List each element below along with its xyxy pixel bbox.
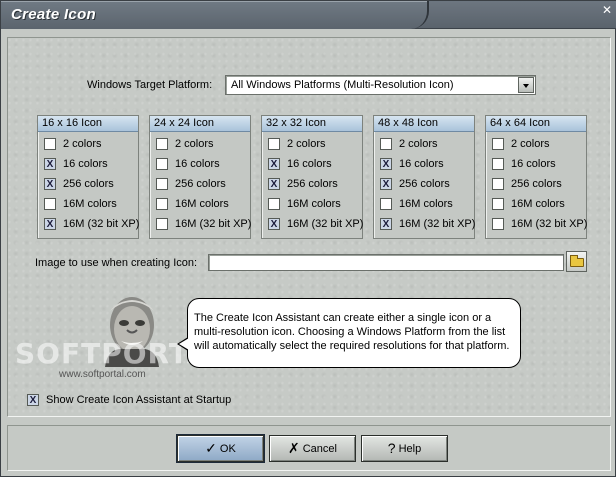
checkbox[interactable]: X (44, 158, 56, 170)
window-title: Create Icon (11, 6, 96, 23)
checkbox[interactable] (156, 138, 168, 150)
startup-checkbox[interactable]: X (27, 394, 39, 406)
option-label: 16M (32 bit XP) (175, 218, 252, 230)
option-label: 2 colors (511, 138, 550, 150)
option-label: 16 colors (175, 158, 220, 170)
checkbox[interactable]: X (44, 218, 56, 230)
checkbox[interactable] (44, 138, 56, 150)
checkbox[interactable]: X (268, 218, 280, 230)
option-label: 256 colors (287, 178, 338, 190)
image-label: Image to use when creating Icon: (35, 257, 198, 269)
question-icon: ? (387, 440, 396, 456)
create-icon-dialog: Create Icon ✕ Windows Target Platform: A… (0, 0, 616, 477)
option-label: 2 colors (399, 138, 438, 150)
option-label: 16 colors (63, 158, 108, 170)
option-label: 16M colors (175, 198, 229, 210)
ok-label: OK (219, 443, 236, 455)
option-label: 2 colors (287, 138, 326, 150)
checkbox[interactable] (492, 178, 504, 190)
option-label: 16M (32 bit XP) (63, 218, 140, 230)
option-label: 2 colors (63, 138, 102, 150)
folder-icon (570, 255, 584, 267)
assistant-text-line: multi-resolution icon. Choosing a Window… (194, 326, 506, 338)
checkbox[interactable] (380, 138, 392, 150)
ok-button[interactable]: ✓ OK (176, 434, 265, 463)
checkbox[interactable] (44, 198, 56, 210)
platform-select[interactable]: All Windows Platforms (Multi-Resolution … (225, 75, 536, 95)
checkbox[interactable] (156, 198, 168, 210)
title-bar[interactable]: Create Icon ✕ (1, 1, 616, 29)
option-label: 16M (32 bit XP) (399, 218, 476, 230)
checkbox[interactable] (268, 198, 280, 210)
cancel-label: Cancel (302, 443, 337, 455)
help-button[interactable]: ? Help (361, 435, 448, 462)
checkbox[interactable] (156, 158, 168, 170)
checkbox[interactable] (156, 218, 168, 230)
option-label: 16 colors (399, 158, 444, 170)
checkbox[interactable] (380, 198, 392, 210)
option-label: 256 colors (175, 178, 226, 190)
platform-label: Windows Target Platform: (87, 79, 213, 91)
assistant-text-line: will automatically select the required r… (194, 340, 510, 352)
checkbox[interactable] (268, 138, 280, 150)
group-64x64: 64 x 64 Icon 2 colors 16 colors 256 colo… (485, 115, 587, 239)
group-24x24: 24 x 24 Icon 2 colors 16 colors 256 colo… (149, 115, 251, 239)
group-16x16: 16 x 16 Icon 2 colors X 16 colors X 256 co… (37, 115, 139, 239)
browse-button[interactable] (566, 251, 587, 272)
checkbox[interactable]: X (268, 158, 280, 170)
option-label: 16M colors (287, 198, 341, 210)
option-label: 16M (32 bit XP) (511, 218, 588, 230)
option-label: 2 colors (175, 138, 214, 150)
checkmark-icon: ✓ (205, 440, 217, 456)
group-header: 16 x 16 Icon (38, 116, 138, 132)
group-header: 64 x 64 Icon (486, 116, 586, 132)
option-label: 16M (32 bit XP) (287, 218, 364, 230)
chevron-down-icon[interactable] (518, 77, 534, 93)
close-icon[interactable]: ✕ (599, 2, 615, 18)
assistant-speech-bubble: The Create Icon Assistant can create eit… (177, 298, 521, 368)
group-header: 24 x 24 Icon (150, 116, 250, 132)
checkbox[interactable]: X (44, 178, 56, 190)
option-label: 16 colors (511, 158, 556, 170)
option-label: 16M colors (399, 198, 453, 210)
checkbox[interactable] (492, 198, 504, 210)
help-label: Help (398, 443, 422, 455)
checkbox[interactable] (492, 138, 504, 150)
watermark-url: www.softportal.com (59, 369, 146, 380)
option-label: 16 colors (287, 158, 332, 170)
assistant-text-line: The Create Icon Assistant can create eit… (194, 312, 492, 324)
platform-selected-value: All Windows Platforms (Multi-Resolution … (231, 79, 454, 91)
group-header: 32 x 32 Icon (262, 116, 362, 132)
group-48x48: 48 x 48 Icon 2 colors X 16 colors X 256 co… (373, 115, 475, 239)
option-label: 256 colors (511, 178, 562, 190)
title-tab: Create Icon (1, 1, 429, 29)
startup-label: Show Create Icon Assistant at Startup (46, 394, 232, 406)
checkbox[interactable] (492, 218, 504, 230)
option-label: 16M colors (63, 198, 117, 210)
checkbox[interactable]: X (380, 178, 392, 190)
option-label: 256 colors (63, 178, 114, 190)
option-label: 16M colors (511, 198, 565, 210)
checkbox[interactable] (492, 158, 504, 170)
checkbox[interactable]: X (380, 158, 392, 170)
group-header: 48 x 48 Icon (374, 116, 474, 132)
cancel-button[interactable]: ✗ Cancel (269, 435, 356, 462)
image-path-input[interactable] (208, 254, 564, 271)
checkbox[interactable] (156, 178, 168, 190)
checkbox[interactable]: X (268, 178, 280, 190)
option-label: 256 colors (399, 178, 450, 190)
group-32x32: 32 x 32 Icon 2 colors X 16 colors X 256 co… (261, 115, 363, 239)
checkbox[interactable]: X (380, 218, 392, 230)
cross-icon: ✗ (288, 440, 300, 456)
